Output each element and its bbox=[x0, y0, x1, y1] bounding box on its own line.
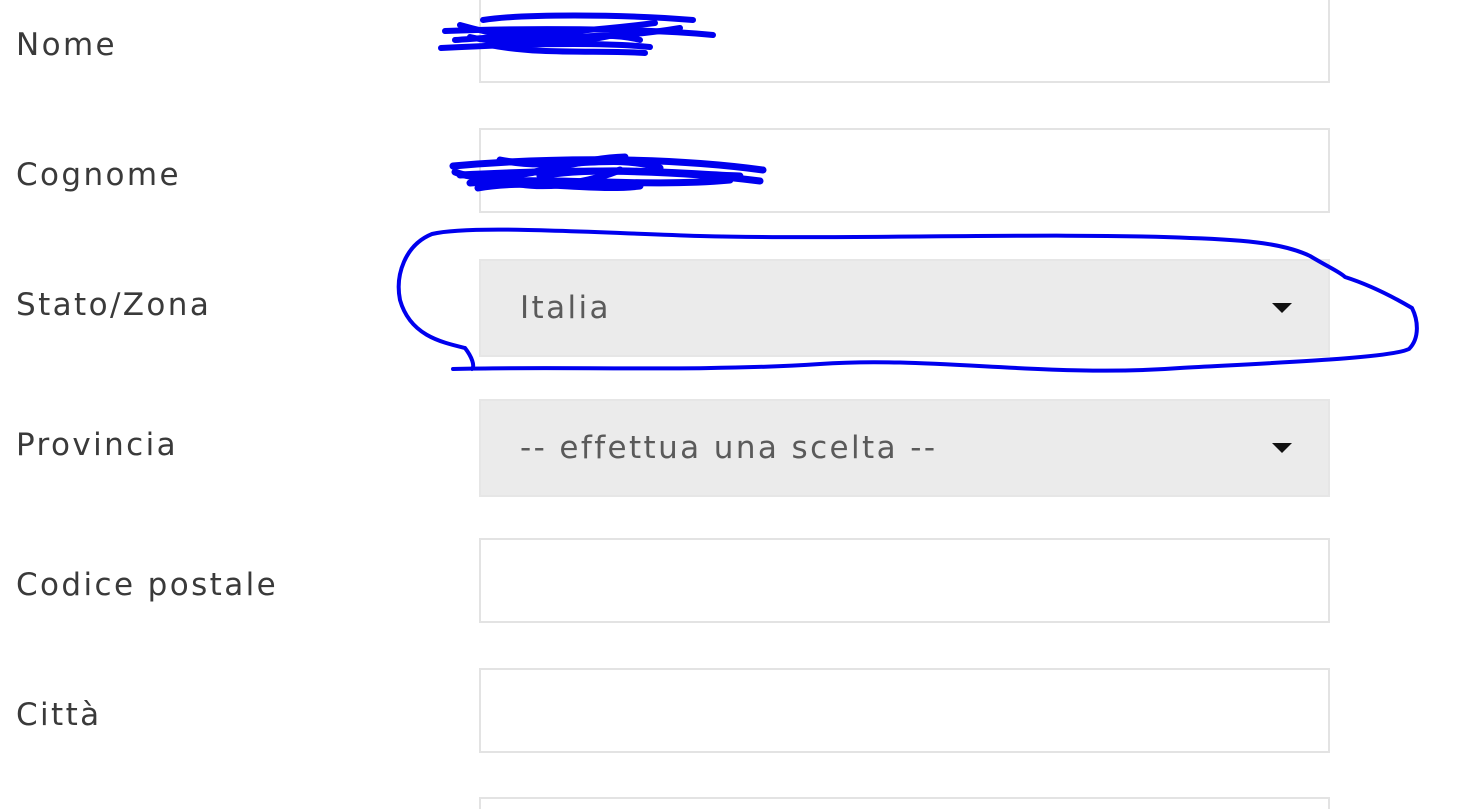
citta-input[interactable] bbox=[481, 670, 1328, 751]
provincia-label: Provincia bbox=[16, 427, 179, 463]
address-form: Nome Cognome Stato/Zona Italia Provincia… bbox=[0, 0, 1458, 809]
next-field-partial[interactable] bbox=[479, 797, 1330, 809]
stato-selected-value: Italia bbox=[520, 290, 611, 326]
caret-down-icon bbox=[1272, 443, 1292, 453]
cognome-field[interactable] bbox=[479, 128, 1330, 213]
codice-postale-input[interactable] bbox=[481, 540, 1328, 621]
nome-field[interactable] bbox=[479, 0, 1330, 83]
provincia-select[interactable]: -- effettua una scelta -- bbox=[479, 399, 1330, 497]
nome-label: Nome bbox=[16, 27, 118, 63]
citta-label: Città bbox=[16, 697, 102, 733]
stato-select[interactable]: Italia bbox=[479, 259, 1330, 357]
cognome-input[interactable] bbox=[481, 130, 1328, 211]
cognome-label: Cognome bbox=[16, 157, 181, 193]
caret-down-icon bbox=[1272, 303, 1292, 313]
codice-postale-field[interactable] bbox=[479, 538, 1330, 623]
stato-label: Stato/Zona bbox=[16, 287, 212, 323]
nome-input[interactable] bbox=[481, 0, 1328, 81]
codice-postale-label: Codice postale bbox=[16, 567, 279, 603]
citta-field[interactable] bbox=[479, 668, 1330, 753]
provincia-selected-value: -- effettua una scelta -- bbox=[520, 430, 938, 466]
